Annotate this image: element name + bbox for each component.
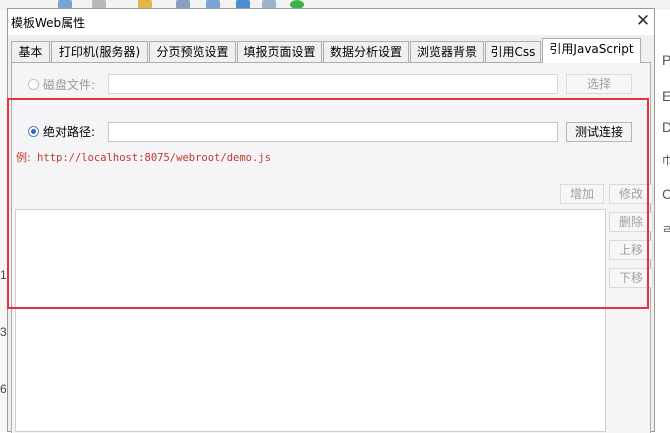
dialog-title: 模板Web属性 (11, 16, 86, 30)
close-icon[interactable]: ✕ (634, 11, 652, 31)
example-hint: 例: http://localhost:8075/webroot/demo.js (16, 149, 271, 165)
background-glyph: P (662, 52, 670, 68)
add-button[interactable]: 增加 (560, 184, 604, 204)
tab-css-reference[interactable]: 引用Css (485, 41, 541, 62)
example-url: http://localhost:8075/webroot/demo.js (37, 152, 271, 164)
move-up-button[interactable]: 上移 (609, 240, 653, 260)
disk-file-input[interactable] (108, 74, 558, 94)
tab-printer-server[interactable]: 打印机(服务器) (51, 41, 148, 62)
choose-file-button[interactable]: 选择 (566, 74, 632, 94)
tab-browser-background[interactable]: 浏览器背景 (410, 41, 484, 62)
delete-button[interactable]: 删除 (609, 212, 653, 232)
javascript-file-list[interactable] (15, 209, 606, 432)
background-glyph: 巾 (662, 155, 670, 167)
background-glyph: ㄹ (662, 224, 670, 236)
absolute-path-label: 绝对路径: (43, 125, 96, 139)
test-connection-button[interactable]: 测试连接 (566, 122, 632, 142)
disk-file-label: 磁盘文件: (43, 78, 96, 92)
background-glyph: 6 (0, 382, 7, 396)
background-glyph: 1 (0, 268, 7, 282)
tab-basic[interactable]: 基本 (11, 41, 50, 62)
tab-fill-page-settings[interactable]: 填报页面设置 (237, 41, 322, 62)
example-prefix: 例: (16, 151, 31, 164)
background-glyph: D (662, 119, 670, 135)
background-glyph: 3 (0, 325, 7, 339)
tab-data-analysis-settings[interactable]: 数据分析设置 (323, 41, 409, 62)
absolute-path-input[interactable] (108, 122, 558, 142)
background-glyph: C (662, 186, 670, 202)
tab-pagination-preview[interactable]: 分页预览设置 (149, 41, 236, 62)
move-down-button[interactable]: 下移 (609, 268, 653, 288)
disk-file-radio[interactable] (28, 79, 39, 90)
edit-button[interactable]: 修改 (609, 184, 653, 204)
background-glyph: E (662, 88, 670, 104)
dialog-titlebar: 模板Web属性 ✕ (8, 9, 654, 35)
absolute-path-radio[interactable] (28, 126, 39, 137)
tab-javascript-reference[interactable]: 引用JavaScript (542, 38, 641, 63)
